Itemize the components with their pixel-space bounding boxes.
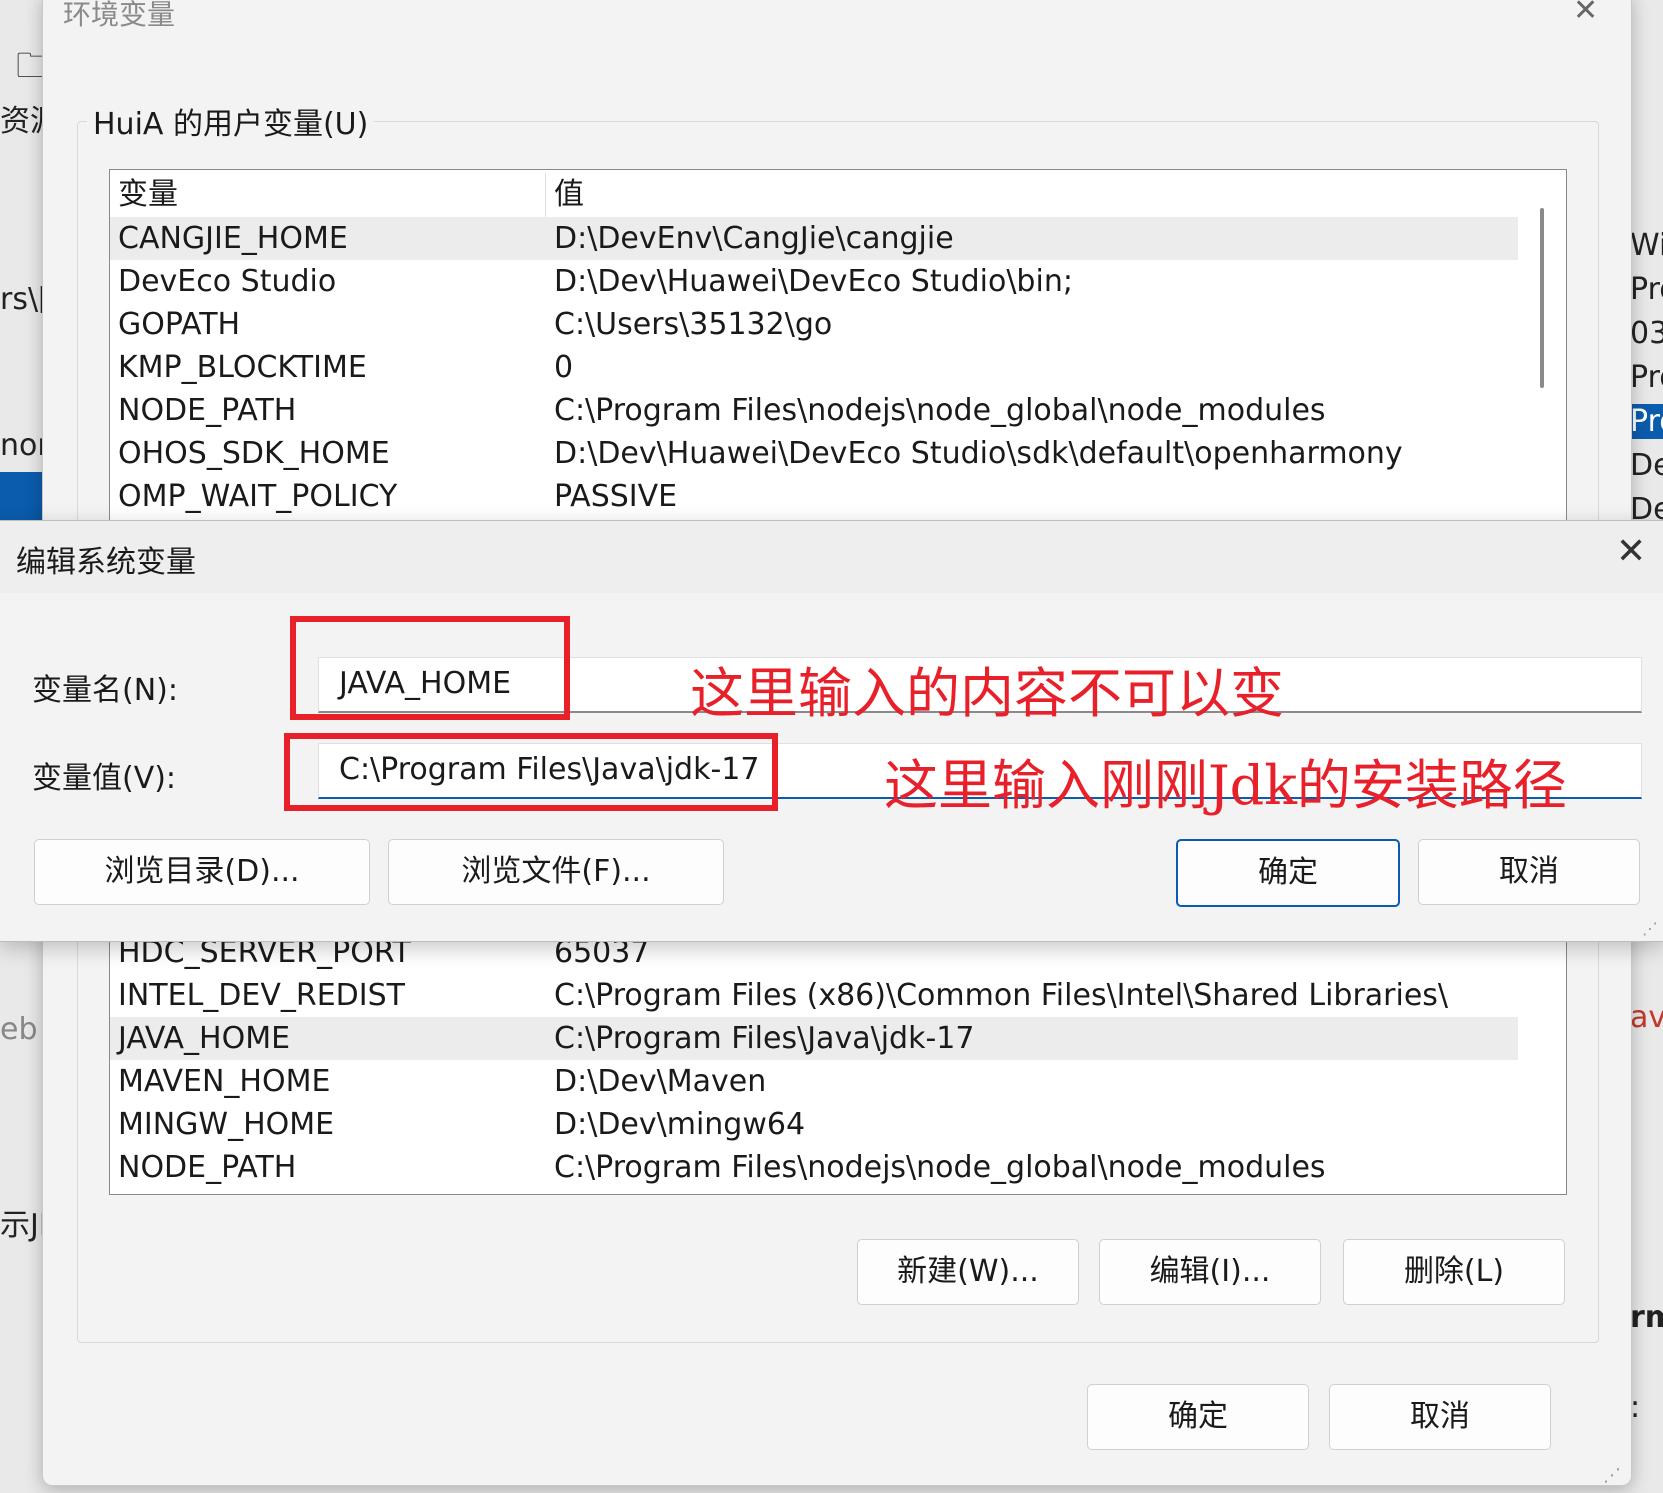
dialog-cancel-button[interactable]: 取消 (1418, 839, 1640, 905)
dialog-titlebar (0, 521, 1663, 593)
variable-value: PASSIVE (554, 479, 678, 514)
bg-fragment-right-4: Pro (1630, 404, 1663, 439)
resize-grip-icon[interactable]: ⋰ (1603, 1465, 1621, 1485)
new-variable-button[interactable]: 新建(W)... (857, 1239, 1079, 1305)
list-row[interactable]: JAVA_HOME C:\Program Files\Java\jdk-17 (110, 1017, 1518, 1060)
edit-variable-button[interactable]: 编辑(I)... (1099, 1239, 1321, 1305)
variable-value: C:\Program Files\Java\jdk-17 (554, 1021, 975, 1056)
variable-name: GOPATH (118, 307, 241, 342)
vertical-scrollbar[interactable] (1540, 208, 1544, 388)
edit-system-variable-dialog: 编辑系统变量 ✕ 变量名(N): JAVA_HOME 变量值(V): C:\Pr… (0, 520, 1663, 942)
bg-fragment-right-7: av (1630, 1000, 1663, 1035)
browse-file-button[interactable]: 浏览文件(F)... (388, 839, 724, 905)
window-title: 环境变量 (63, 0, 176, 31)
variable-name: KMP_BLOCKTIME (118, 350, 367, 385)
annotation-name-note: 这里输入的内容不可以变 (690, 662, 1284, 725)
bg-fragment-right-5: De (1630, 448, 1663, 483)
column-header-variable[interactable]: 变量 (118, 173, 178, 216)
variable-name: NODE_PATH (118, 393, 297, 428)
browse-directory-button[interactable]: 浏览目录(D)... (34, 839, 370, 905)
list-row[interactable]: INTEL_DEV_REDIST C:\Program Files (x86)\… (110, 974, 1518, 1017)
annotation-box-name (290, 616, 570, 720)
bg-fragment-right-3: Pro (1630, 360, 1663, 395)
bg-fragment-left-2: non (0, 428, 42, 463)
bg-fragment-right-9: : (1630, 1390, 1641, 1425)
variable-name: MINGW_HOME (118, 1107, 335, 1142)
list-row[interactable]: DevEco Studio D:\Dev\Huawei\DevEco Studi… (110, 260, 1518, 303)
variable-name: OHOS_SDK_HOME (118, 436, 390, 471)
bg-fragment-left-1: rs\[ (0, 282, 42, 317)
list-row[interactable]: KMP_BLOCKTIME 0 (110, 346, 1518, 389)
variable-name: MAVEN_HOME (118, 1064, 331, 1099)
variable-name-label: 变量名(N): (32, 673, 178, 708)
list-row[interactable]: CANGJIE_HOME D:\DevEnv\CangJie\cangjie (110, 217, 1518, 260)
column-divider (545, 173, 546, 217)
bg-selection-bar-left (0, 472, 42, 520)
user-variables-list[interactable]: 变量 值 CANGJIE_HOME D:\DevEnv\CangJie\cang… (109, 169, 1567, 536)
list-row[interactable]: MAVEN_HOME D:\Dev\Maven (110, 1060, 1518, 1103)
variable-value: C:\Users\35132\go (554, 307, 833, 342)
variable-value: D:\Dev\Huawei\DevEco Studio\sdk\default\… (554, 436, 1403, 471)
list-row[interactable]: OMP_WAIT_POLICY PASSIVE (110, 475, 1518, 518)
bg-fragment-left-0: 资源 (0, 104, 42, 139)
delete-variable-button[interactable]: 删除(L) (1343, 1239, 1565, 1305)
variable-value: D:\Dev\mingw64 (554, 1107, 806, 1142)
variable-name: CANGJIE_HOME (118, 221, 348, 256)
variable-value: D:\Dev\Maven (554, 1064, 767, 1099)
cancel-button[interactable]: 取消 (1329, 1384, 1551, 1450)
variable-value: 0 (554, 350, 574, 385)
bg-fragment-right-0: Wi (1630, 228, 1663, 263)
list-row[interactable]: OHOS_SDK_HOME D:\Dev\Huawei\DevEco Studi… (110, 432, 1518, 475)
variable-value: C:\Program Files\nodejs\node_global\node… (554, 393, 1326, 428)
annotation-box-value (284, 733, 778, 811)
ok-button[interactable]: 确定 (1087, 1384, 1309, 1450)
variable-value: C:\Program Files\nodejs\node_global\node… (554, 1150, 1326, 1185)
variable-name: NODE_PATH (118, 1150, 297, 1185)
list-row[interactable]: NODE_PATH C:\Program Files\nodejs\node_g… (110, 1146, 1518, 1189)
variable-name: JAVA_HOME (118, 1021, 291, 1056)
resize-grip-icon[interactable]: ⋰ (1642, 919, 1658, 938)
dialog-ok-button[interactable]: 确定 (1176, 839, 1400, 907)
bg-fragment-left-4: 示JI (0, 1208, 42, 1243)
list-row[interactable]: MINGW_HOME D:\Dev\mingw64 (110, 1103, 1518, 1146)
bg-fragment-right-1: Pro (1630, 272, 1663, 307)
variable-value: C:\Program Files (x86)\Common Files\Inte… (554, 978, 1449, 1013)
variable-name: OMP_WAIT_POLICY (118, 479, 398, 514)
variable-value: D:\DevEnv\CangJie\cangjie (554, 221, 954, 256)
bg-fragment-left-3: eb (0, 1012, 38, 1047)
column-header-value[interactable]: 值 (554, 173, 584, 216)
list-row[interactable]: NODE_PATH C:\Program Files\nodejs\node_g… (110, 389, 1518, 432)
variable-value-label: 变量值(V): (32, 761, 177, 796)
variable-name: INTEL_DEV_REDIST (118, 978, 405, 1013)
bg-fragment-right-2: 03 (1630, 316, 1663, 351)
dialog-title: 编辑系统变量 (16, 545, 196, 580)
close-icon[interactable]: ✕ (1616, 531, 1646, 572)
close-icon[interactable]: ✕ (1573, 0, 1598, 28)
user-variables-label: HuiA 的用户变量(U) (87, 99, 375, 143)
list-header: 变量 值 (110, 173, 1518, 217)
list-row[interactable]: GOPATH C:\Users\35132\go (110, 303, 1518, 346)
annotation-value-note: 这里输入刚刚Jdk的安装路径 (884, 754, 1567, 817)
bg-fragment-right-8: rm (1630, 1300, 1663, 1335)
variable-value: D:\Dev\Huawei\DevEco Studio\bin; (554, 264, 1073, 299)
variable-name: DevEco Studio (118, 264, 337, 299)
